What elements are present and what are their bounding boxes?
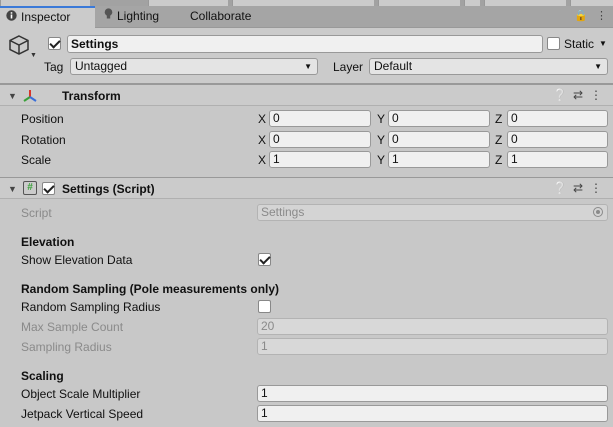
layer-label: Layer — [333, 60, 364, 74]
tag-dropdown[interactable]: Untagged ▼ — [70, 58, 318, 75]
position-label: Position — [21, 112, 64, 126]
scale-y-field[interactable]: 1 — [388, 151, 490, 168]
foldout-arrow-icon[interactable]: ▼ — [8, 91, 17, 101]
help-icon[interactable]: ❔ — [551, 181, 569, 195]
more-menu-icon[interactable]: ⋮ — [596, 10, 607, 22]
show-elevation-checkbox[interactable] — [258, 253, 271, 266]
chevron-down-icon: ▼ — [594, 62, 602, 71]
axis-y-label: Y — [377, 112, 386, 126]
position-y-field[interactable]: 0 — [388, 110, 490, 127]
foldout-arrow-icon[interactable]: ▼ — [8, 184, 17, 194]
sampling-radius-label: Sampling Radius — [21, 340, 112, 354]
max-sample-field: 20 — [257, 318, 608, 335]
help-icon[interactable]: ❔ — [551, 88, 569, 102]
csharp-script-icon: # — [23, 181, 37, 195]
max-sample-label: Max Sample Count — [21, 320, 124, 334]
tab-bar: Inspector Lighting Collaborate 🔒 ⋮ — [0, 6, 613, 28]
tag-value: Untagged — [75, 59, 128, 73]
tab-label: Collaborate — [190, 9, 252, 23]
transform-header[interactable]: ▼ Transform ❔ ⇄ ⋮ — [0, 84, 613, 106]
tab-collaborate[interactable]: Collaborate — [184, 6, 274, 28]
axis-y-label: Y — [377, 153, 386, 167]
layer-value: Default — [374, 59, 413, 73]
axis-z-label: Z — [495, 112, 503, 126]
random-radius-checkbox[interactable] — [258, 300, 271, 313]
more-menu-icon[interactable]: ⋮ — [587, 88, 605, 102]
object-scale-label: Object Scale Multiplier — [21, 387, 141, 401]
axis-y-label: Y — [377, 133, 386, 147]
script-component-body: Script Settings Elevation Show Elevation… — [0, 199, 613, 427]
rotation-y-field[interactable]: 0 — [388, 131, 490, 148]
tab-label: Inspector — [21, 10, 71, 24]
tab-label: Lighting — [117, 9, 160, 23]
chevron-down-icon: ▼ — [304, 62, 312, 71]
bulb-icon — [104, 6, 113, 27]
script-enabled-checkbox[interactable] — [42, 182, 55, 195]
presets-icon[interactable]: ⇄ — [569, 181, 587, 195]
presets-icon[interactable]: ⇄ — [569, 88, 587, 102]
scale-label: Scale — [21, 153, 52, 167]
chevron-down-icon[interactable]: ▼ — [30, 52, 37, 59]
layer-dropdown[interactable]: Default ▼ — [369, 58, 608, 75]
axis-x-label: X — [258, 133, 267, 147]
axis-z-label: Z — [495, 153, 503, 167]
object-scale-field[interactable]: 1 — [257, 385, 608, 402]
tag-label: Tag — [44, 60, 64, 74]
axis-z-label: Z — [495, 133, 503, 147]
object-header: ▼ Settings Static ▼ Tag Untagged ▼ Layer… — [0, 28, 613, 84]
tab-inspector[interactable]: Inspector — [0, 6, 95, 28]
tab-bar-tools: 🔒 ⋮ — [566, 9, 607, 22]
position-x-field[interactable]: 0 — [269, 110, 371, 127]
scale-z-field[interactable]: 1 — [507, 151, 608, 168]
transform-body: Position X 0 Y 0 Z 0 Rotation X 0 Y 0 Z … — [0, 106, 613, 178]
object-picker-icon — [593, 207, 603, 217]
active-checkbox[interactable] — [48, 37, 61, 50]
position-z-field[interactable]: 0 — [507, 110, 608, 127]
axis-x-label: X — [258, 112, 267, 126]
jetpack-label: Jetpack Vertical Speed — [21, 407, 144, 421]
random-radius-label: Random Sampling Radius — [21, 300, 161, 314]
transform-axes-icon — [22, 88, 38, 107]
static-checkbox[interactable] — [547, 37, 560, 50]
chevron-down-icon[interactable]: ▼ — [599, 39, 607, 48]
object-name-field[interactable]: Settings — [67, 35, 543, 53]
script-component-header[interactable]: ▼ # Settings (Script) ❔ ⇄ ⋮ — [0, 177, 613, 199]
jetpack-field[interactable]: 1 — [257, 405, 608, 422]
sampling-radius-field: 1 — [257, 338, 608, 355]
tab-lighting[interactable]: Lighting — [98, 6, 180, 28]
script-label: Script — [21, 206, 52, 220]
static-label: Static — [564, 37, 595, 51]
axis-x-label: X — [258, 153, 267, 167]
gameobject-cube-icon[interactable] — [8, 34, 30, 56]
show-elevation-label: Show Elevation Data — [21, 253, 133, 267]
script-value: Settings — [261, 205, 305, 219]
section-random-sampling: Random Sampling (Pole measurements only) — [21, 282, 280, 296]
component-tools: ❔ ⇄ ⋮ — [551, 88, 605, 102]
section-elevation: Elevation — [21, 235, 75, 249]
more-menu-icon[interactable]: ⋮ — [587, 181, 605, 195]
script-component-title: Settings (Script) — [62, 182, 155, 196]
info-icon — [6, 8, 17, 27]
rotation-label: Rotation — [21, 133, 66, 147]
scale-x-field[interactable]: 1 — [269, 151, 371, 168]
transform-title: Transform — [62, 89, 121, 103]
rotation-x-field[interactable]: 0 — [269, 131, 371, 148]
component-tools: ❔ ⇄ ⋮ — [551, 181, 605, 195]
script-reference-field: Settings — [257, 204, 608, 221]
section-scaling: Scaling — [21, 369, 64, 383]
rotation-z-field[interactable]: 0 — [507, 131, 608, 148]
lock-icon[interactable]: 🔒 — [574, 10, 588, 22]
